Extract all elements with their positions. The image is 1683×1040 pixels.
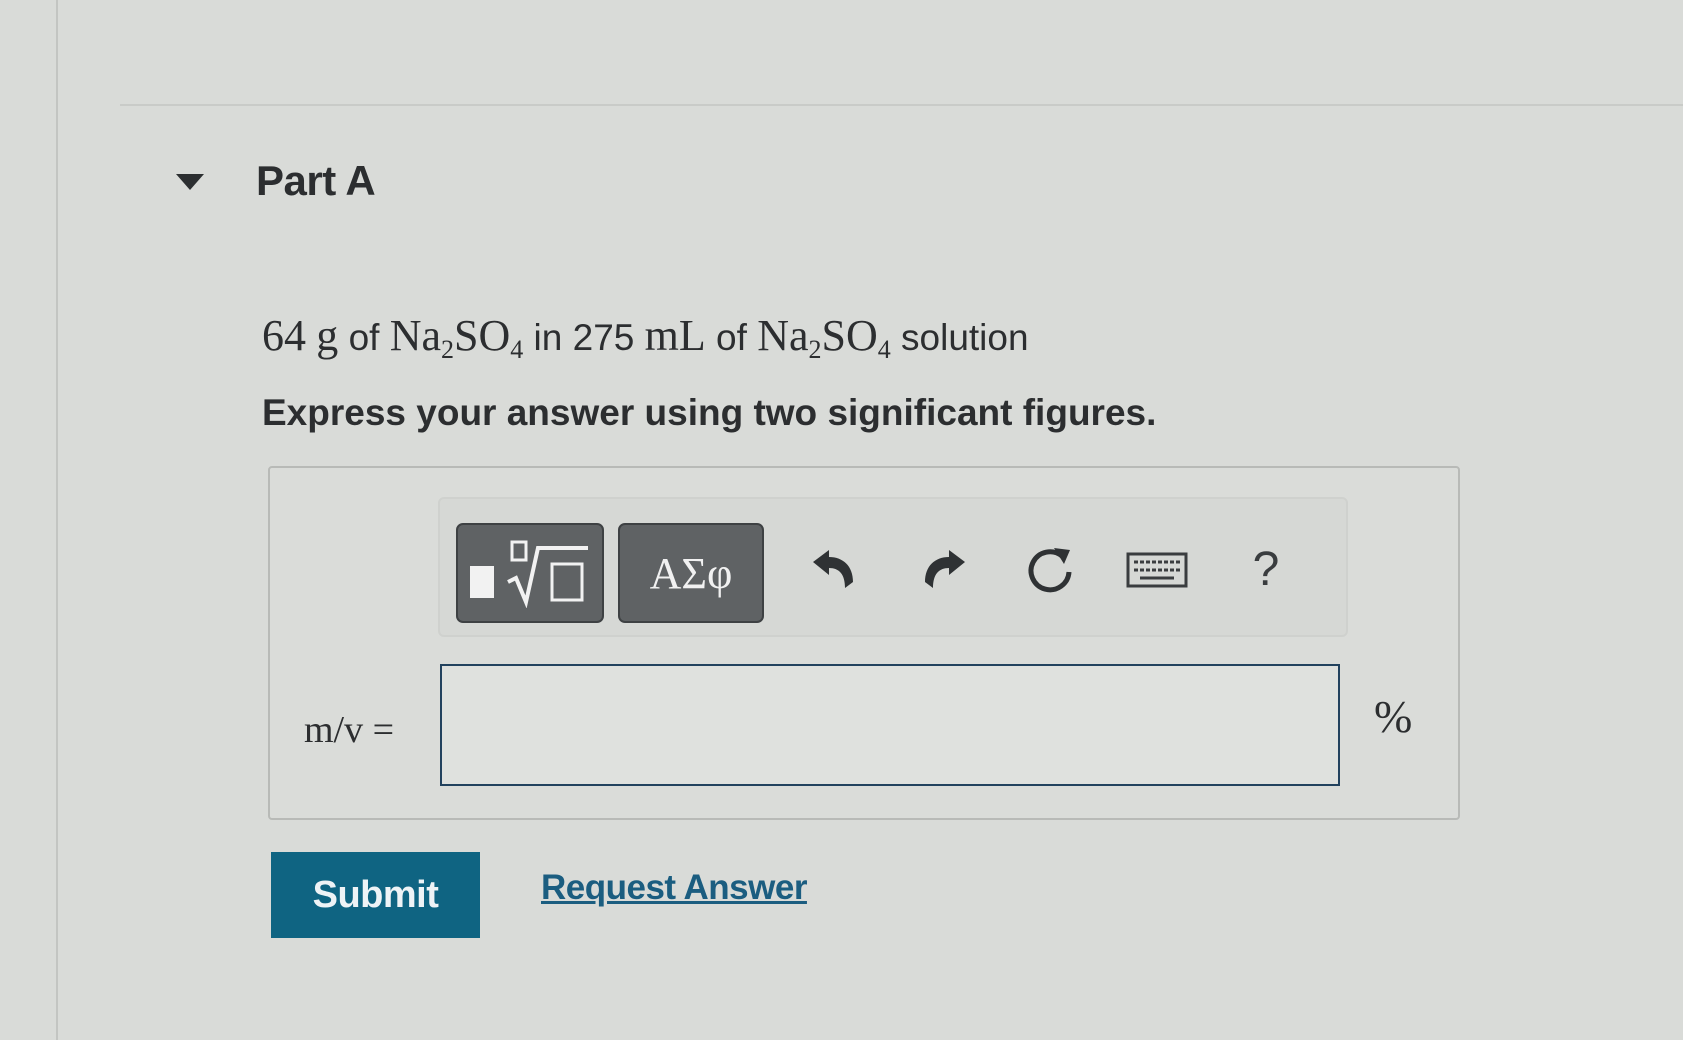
unit-label: % xyxy=(1374,691,1413,742)
answer-instruction: Express your answer using two significan… xyxy=(262,392,1157,433)
templates-button[interactable] xyxy=(456,523,604,623)
answer-input[interactable] xyxy=(440,664,1340,786)
volume-value: 275 xyxy=(572,317,635,358)
radical-icon xyxy=(507,540,588,608)
undo-icon[interactable] xyxy=(804,540,864,600)
part-a-header[interactable]: Part A xyxy=(176,156,376,206)
part-title: Part A xyxy=(256,157,376,204)
question-text: 64 g of Na2SO4 in 275 mL of Na2SO4 solut… xyxy=(262,310,1029,364)
of-word: of xyxy=(716,317,747,358)
greek-symbols-button[interactable]: ΑΣφ xyxy=(618,523,764,623)
compound-formula: Na2SO4 xyxy=(389,311,524,364)
help-icon: ? xyxy=(1252,543,1280,596)
page-left-border xyxy=(56,0,58,1040)
reset-icon[interactable] xyxy=(1020,540,1080,600)
mass-unit: g xyxy=(316,311,339,360)
solution-word: solution xyxy=(901,317,1029,358)
caret-down-icon[interactable] xyxy=(176,174,204,190)
of-word: of xyxy=(348,317,380,358)
redo-icon[interactable] xyxy=(914,540,974,600)
section-divider xyxy=(120,104,1683,106)
mass-value: 64 xyxy=(262,311,306,360)
keyboard-icon[interactable] xyxy=(1124,540,1190,600)
volume-unit: mL xyxy=(644,311,706,360)
template-box-icon xyxy=(470,566,494,598)
request-answer-link[interactable]: Request Answer xyxy=(541,868,807,908)
answer-label: m/v = xyxy=(304,709,395,751)
submit-button[interactable]: Submit xyxy=(271,852,480,938)
in-word: in xyxy=(533,317,563,358)
help-button[interactable]: ? xyxy=(1236,540,1296,600)
compound-formula: Na2SO4 xyxy=(757,311,891,364)
